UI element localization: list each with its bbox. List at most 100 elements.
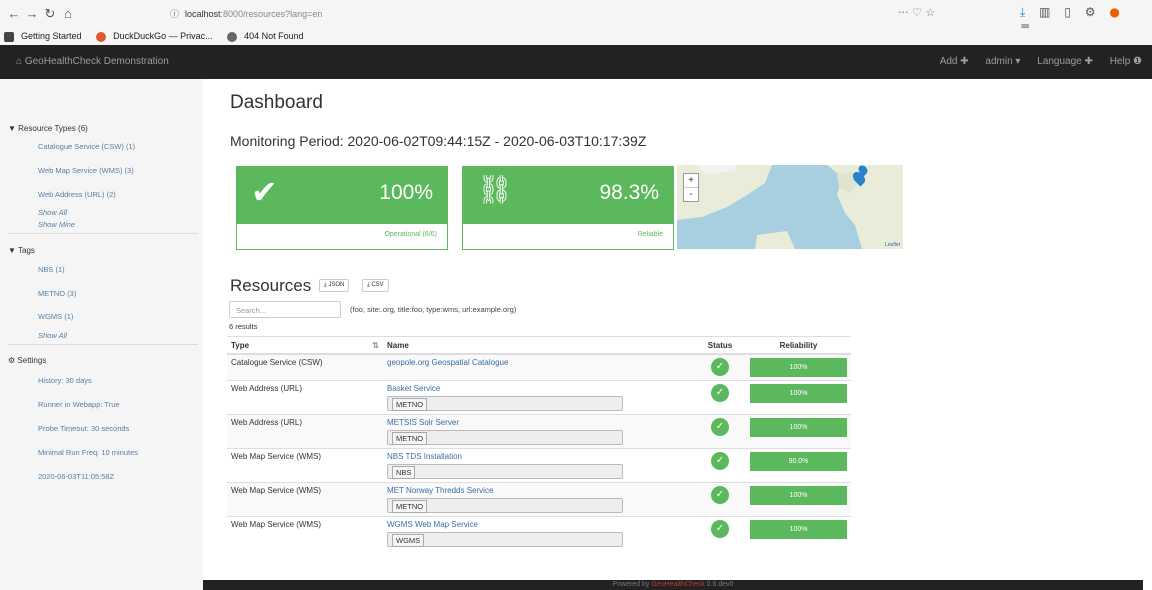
tag-badge[interactable]: METNO — [392, 432, 428, 445]
tag-badge[interactable]: WGMS — [392, 534, 425, 547]
search-input[interactable]: Search... — [229, 301, 341, 318]
nav-admin[interactable]: admin ▾ — [985, 56, 1020, 67]
resources-table: Type ⇅ Name Status Reliability Catalogue … — [227, 336, 851, 550]
back-icon[interactable]: ← — [6, 6, 22, 22]
tag-metno[interactable]: METNO (3) — [38, 289, 76, 298]
extension-icon[interactable]: ⚙ — [1085, 5, 1096, 19]
column-label: Reliability — [779, 340, 818, 350]
nav-language[interactable]: Language ✚ — [1037, 56, 1093, 67]
table-row: Catalogue Service (CSW) geopole.org Geos… — [227, 353, 851, 381]
cell-name: Basket Service METNO — [383, 380, 694, 415]
cell-type: Web Map Service (WMS) — [227, 516, 383, 550]
column-header-name[interactable]: Name — [383, 336, 694, 355]
bookmark-404[interactable]: 404 Not Found — [227, 31, 308, 42]
library-icon[interactable]: ▥ — [1039, 5, 1050, 19]
export-csv-button[interactable]: ⤓ CSV — [362, 279, 389, 292]
forward-icon[interactable]: → — [24, 6, 40, 22]
cell-status: ✓ — [694, 414, 746, 449]
navbar-menu: Add ✚ admin ▾ Language ✚ Help ❶ — [926, 56, 1142, 67]
page-actions[interactable]: ··· ♡ ☆ — [898, 6, 935, 19]
table-row: Web Map Service (WMS) MET Norway Thredds… — [227, 482, 851, 517]
resource-link[interactable]: NBS TDS Installation — [387, 452, 462, 461]
tags-heading: ▼ Tags — [8, 246, 35, 255]
cell-type: Web Address (URL) — [227, 380, 383, 415]
setting-runner: Runner in Webapp: True — [38, 400, 120, 409]
settings-icon: ⚙ — [8, 356, 18, 365]
zoom-out-button[interactable]: - — [684, 188, 698, 201]
tag-badge[interactable]: NBS — [392, 466, 416, 479]
nav-add[interactable]: Add ✚ — [940, 56, 969, 67]
page-footer: Powered by GeoHealthCheck 0.6.dev0 — [203, 580, 1143, 590]
cell-reliability: 100% — [746, 482, 851, 517]
setting-timestamp: 2020-06-03T11:05:58Z — [38, 472, 115, 481]
tag-list: NBS — [387, 464, 623, 479]
bookmark-getting-started[interactable]: Getting Started — [4, 31, 86, 42]
reliable-value: 98.3% — [599, 181, 659, 204]
resource-link[interactable]: METSIS Solr Server — [387, 418, 459, 427]
sort-icon: ⇅ — [372, 340, 379, 350]
cell-name: NBS TDS Installation NBS — [383, 448, 694, 483]
nav-help[interactable]: Help ❶ — [1110, 56, 1142, 67]
reliability-bar: 100% — [750, 520, 847, 539]
home-icon[interactable]: ⌂ — [60, 6, 76, 22]
reload-icon[interactable]: ↻ — [42, 6, 58, 22]
account-icon[interactable]: ● — [1109, 5, 1119, 19]
export-json-button[interactable]: ⤓ JSON — [319, 279, 350, 292]
resources-map[interactable]: Leaflet — [677, 165, 903, 249]
bookmark-label: 404 Not Found — [244, 31, 304, 41]
download-icon[interactable]: ⤓ — [1020, 5, 1025, 19]
url-bar[interactable]: ⓘ localhost:8000/resources?lang=en — [170, 4, 960, 24]
results-count: 6 results — [229, 322, 258, 331]
sidebar-item-url[interactable]: Web Address (URL) (2) — [38, 190, 116, 199]
reliable-footer: Reliable — [637, 231, 663, 238]
resources-heading: Resources — [230, 276, 312, 295]
cell-name: geopole.org Geospatial Catalogue — [383, 353, 694, 381]
reliability-bar: 100% — [750, 358, 847, 377]
app-navbar: ⌂ GeoHealthCheck Demonstration Add ✚ adm… — [0, 45, 1152, 79]
sidebar-item-csw[interactable]: Catalogue Service (CSW) (1) — [38, 142, 135, 151]
reliable-card: ⛓ 98.3% Reliable — [462, 166, 674, 250]
show-mine-link[interactable]: Show Mine — [38, 220, 75, 229]
bookmark-label: Getting Started — [21, 31, 82, 41]
reliability-bar: 100% — [750, 384, 847, 403]
resource-link[interactable]: geopole.org Geospatial Catalogue — [387, 358, 508, 367]
footer-link[interactable]: GeoHealthCheck — [651, 581, 704, 588]
bookmark-duckduckgo[interactable]: DuckDuckGo — Privac... — [96, 31, 217, 42]
page-title: Dashboard — [230, 92, 323, 113]
divider — [8, 233, 198, 234]
sidebar-icon[interactable]: ▯ — [1064, 5, 1071, 19]
sidebar-item-wms[interactable]: Web Map Service (WMS) (3) — [38, 166, 134, 175]
brand-label: GeoHealthCheck Demonstration — [24, 56, 169, 67]
resource-link[interactable]: Basket Service — [387, 384, 440, 393]
cell-reliability: 90.0% — [746, 448, 851, 483]
brand-link[interactable]: ⌂ GeoHealthCheck Demonstration — [16, 56, 169, 67]
bookmarks-bar: Getting Started DuckDuckGo — Privac... 4… — [0, 28, 1152, 45]
zoom-in-button[interactable]: + — [684, 174, 698, 188]
cell-status: ✓ — [694, 482, 746, 517]
search-hint: (foo, site:.org, title:foo, type:wms, ur… — [350, 305, 517, 314]
column-header-reliability[interactable]: Reliability — [746, 336, 851, 355]
operational-value: 100% — [379, 181, 433, 204]
check-circle-icon: ✓ — [711, 384, 729, 402]
column-header-status[interactable]: Status — [694, 336, 746, 355]
resource-link[interactable]: WGMS Web Map Service — [387, 520, 478, 529]
tag-badge[interactable]: METNO — [392, 398, 428, 411]
tag-badge[interactable]: METNO — [392, 500, 428, 513]
cell-status: ✓ — [694, 380, 746, 415]
tag-nbs[interactable]: NBS (1) — [38, 265, 65, 274]
footer-prefix: Powered by — [612, 581, 650, 588]
column-header-type[interactable]: Type ⇅ — [227, 336, 383, 355]
tags-show-all-link[interactable]: Show All — [38, 331, 67, 340]
setting-history: History: 30 days — [38, 376, 92, 385]
show-all-link[interactable]: Show All — [38, 208, 67, 217]
url-host: localhost — [185, 9, 221, 19]
card-header: ⛓ 98.3% — [463, 167, 673, 224]
map-attribution[interactable]: Leaflet — [885, 242, 900, 248]
resource-link[interactable]: MET Norway Thredds Service — [387, 486, 493, 495]
resource-types-heading: ▼ Resource Types (6) — [8, 124, 88, 133]
footer-version: 0.6.dev0 — [706, 581, 734, 588]
cell-reliability: 100% — [746, 414, 851, 449]
cell-reliability: 100% — [746, 380, 851, 415]
tag-wgms[interactable]: WGMS (1) — [38, 312, 73, 321]
table-row: Web Map Service (WMS) NBS TDS Installati… — [227, 448, 851, 483]
